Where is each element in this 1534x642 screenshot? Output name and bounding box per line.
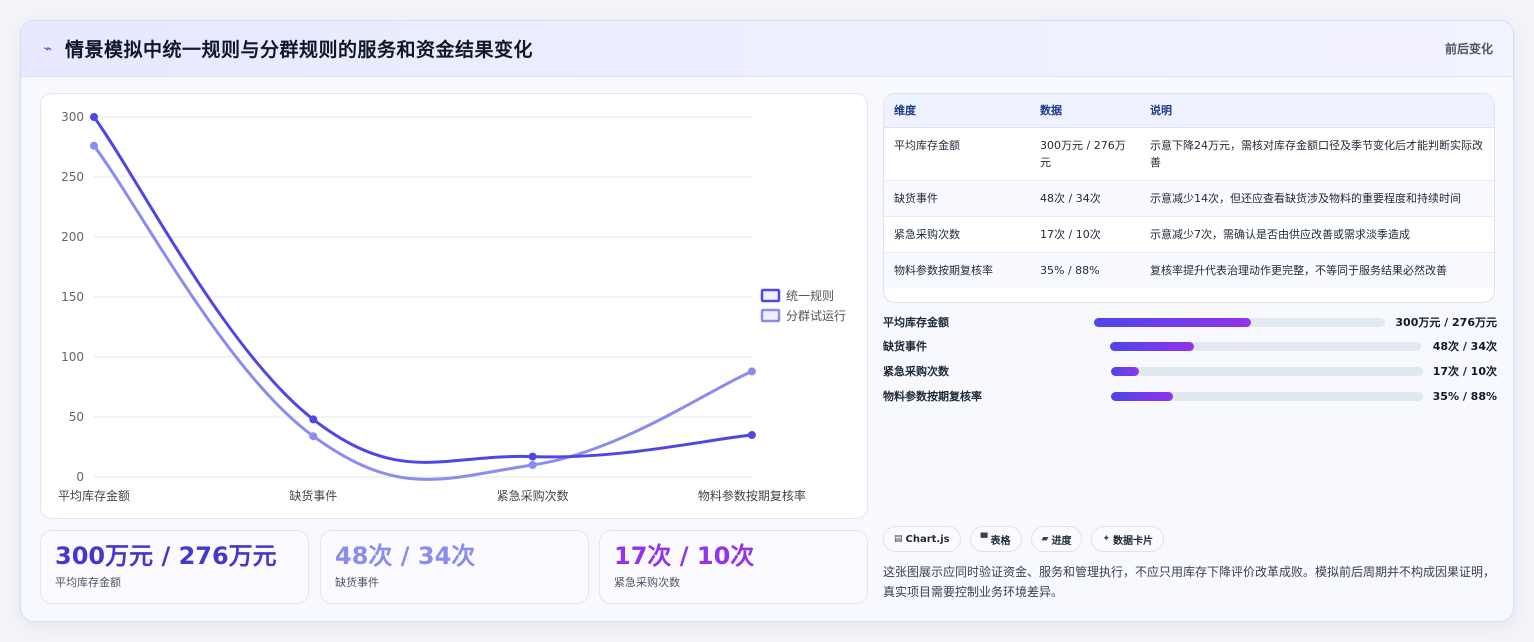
comparison-table: 维度 数据 说明 平均库存金额 300万元 / 276万元 示意下降24万元，需… (884, 94, 1494, 288)
stat-label: 缺货事件 (335, 576, 379, 589)
table-cell: 17次 / 10次 (1030, 216, 1140, 253)
progress-label: 平均库存金额 (883, 316, 949, 329)
trend-icon: ⌁ (43, 40, 53, 57)
progress-fill (1111, 366, 1140, 376)
x-tick-label: 紧急采购次数 (497, 488, 569, 503)
data-point (309, 432, 318, 441)
progress-track (1094, 317, 1385, 327)
table-header-row: 维度 数据 说明 (884, 94, 1494, 128)
chip-label: Chart.js (905, 533, 950, 545)
chip-label: 进度 (1051, 535, 1072, 547)
table-cell: 35% / 88% (1040, 263, 1100, 277)
legend-swatch (760, 288, 781, 303)
progress-label: 缺货事件 (883, 340, 927, 353)
chip-label: 表格 (990, 535, 1011, 547)
chart-description: 这张图展示应同时验证资金、服务和管理执行，不应只用库存下降评价改革成败。模拟前后… (883, 565, 1496, 599)
progress-icon: ▰ (1041, 534, 1049, 544)
page-title: 情景模拟中统一规则与分群规则的服务和资金结果变化 (65, 39, 534, 61)
table-cell: 300万元 / 276万元 (1030, 127, 1140, 181)
data-point (528, 452, 537, 461)
legend-swatch (760, 308, 781, 323)
progress-row: 紧急采购次数 17次 / 10次 (883, 362, 1497, 380)
stat-value: 300万元 / 276万元 (55, 542, 277, 570)
y-tick-label: 50 (69, 410, 84, 424)
progress-value: 48次 / 34次 (1432, 340, 1497, 353)
stat-card-inventory: 300万元 / 276万元 平均库存金额 (40, 530, 309, 604)
chip-data-card[interactable]: ✦ 数据卡片 (1091, 526, 1165, 552)
table-header-cell: 维度 (884, 94, 1030, 128)
y-tick-label: 0 (76, 470, 84, 484)
progress-fill (1110, 341, 1194, 351)
legend-label: 分群试运行 (786, 308, 846, 323)
table-header-cell: 说明 (1140, 94, 1494, 128)
x-tick-label: 物料参数按期复核率 (698, 488, 806, 503)
data-point (747, 431, 756, 439)
stat-label: 平均库存金额 (55, 576, 121, 589)
x-tick-label: 缺货事件 (289, 488, 337, 503)
table-cell: 紧急采购次数 (884, 216, 1030, 253)
progress-row: 物料参数按期复核率 35% / 88% (883, 387, 1497, 405)
table-icon: ▀ (980, 534, 988, 544)
chip-label: 数据卡片 (1113, 535, 1154, 547)
chip-progress[interactable]: ▰ 进度 (1030, 526, 1083, 552)
main-card: ⌁ 情景模拟中统一规则与分群规则的服务和资金结果变化 前后变化 0 50 100 15… (20, 20, 1514, 622)
table-cell: 48次 / 34次 (1030, 180, 1140, 217)
comparison-table-panel: 维度 数据 说明 平均库存金额 300万元 / 276万元 示意下降24万元，需… (883, 93, 1495, 303)
y-tick-label: 250 (61, 170, 84, 184)
stat-card-urgent: 17次 / 10次 紧急采购次数 (599, 530, 868, 604)
data-point (90, 113, 98, 121)
change-badge: 前后变化 (1444, 42, 1493, 56)
line-chart-panel: 0 50 100 150 200 250 300 平均库存金额 缺货事件 紧急采购次数 物料参数按期… (40, 93, 868, 519)
table-row: 物料参数按期复核率 35% / 88% 复核率提升代表治理动作更完整，不等同于服… (884, 252, 1494, 288)
stat-value: 48次 / 34次 (335, 542, 476, 570)
y-tick-label: 150 (61, 290, 84, 304)
table-cell: 物料参数按期复核率 (894, 263, 993, 277)
table-cell: 平均库存金额 (884, 127, 1030, 181)
progress-value: 17次 / 10次 (1432, 365, 1497, 378)
table-cell: 示意减少14次，但还应查看缺货涉及物料的重要程度和持续时间 (1140, 180, 1494, 217)
table-cell: 复核率提升代表治理动作更完整，不等同于服务结果必然改善 (1150, 263, 1447, 277)
progress-track (1111, 391, 1423, 401)
y-tick-label: 200 (61, 230, 84, 244)
data-point (528, 461, 537, 469)
progress-label: 物料参数按期复核率 (883, 390, 982, 403)
header-bar: ⌁ 情景模拟中统一规则与分群规则的服务和资金结果变化 前后变化 (21, 21, 1513, 77)
data-point (309, 415, 318, 424)
title-wrap: ⌁ 情景模拟中统一规则与分群规则的服务和资金结果变化 (41, 35, 533, 62)
progress-fill (1111, 391, 1174, 401)
legend-label: 统一规则 (786, 288, 834, 303)
progress-row: 缺货事件 48次 / 34次 (883, 337, 1497, 355)
chip-table[interactable]: ▀ 表格 (969, 526, 1022, 552)
line-chart: 0 50 100 150 200 250 300 平均库存金额 缺货事件 紧急采购次数 物料参数按期… (58, 110, 846, 503)
table-cell: 示意减少7次，需确认是否由供应改善或需求淡季造成 (1140, 216, 1494, 253)
progress-fill (1094, 317, 1252, 327)
chart-icon: ▤ (894, 534, 903, 544)
data-point (90, 141, 98, 150)
y-tick-label: 100 (61, 350, 84, 364)
progress-track (1111, 366, 1423, 376)
progress-row: 平均库存金额 300万元 / 276万元 (883, 313, 1497, 331)
data-point (747, 367, 756, 376)
table-header-cell: 数据 (1030, 94, 1140, 128)
table-row: 缺货事件 48次 / 34次 示意减少14次，但还应查看缺货涉及物料的重要程度和… (884, 180, 1494, 217)
table-cell: 缺货事件 (884, 180, 1030, 217)
series-line (92, 144, 753, 481)
stat-label: 紧急采购次数 (614, 576, 680, 589)
tag-chips: ▤ Chart.js ▀ 表格 ▰ 进度 ✦ 数据卡片 (883, 526, 1165, 552)
table-row: 紧急采购次数 17次 / 10次 示意减少7次，需确认是否由供应改善或需求淡季造… (884, 216, 1494, 253)
progress-value: 300万元 / 276万元 (1395, 316, 1497, 329)
progress-track (1110, 341, 1421, 351)
card-icon: ✦ (1102, 534, 1111, 544)
chip-chartjs[interactable]: ▤ Chart.js (883, 526, 961, 552)
stat-value: 17次 / 10次 (614, 542, 755, 570)
progress-value: 35% / 88% (1432, 389, 1497, 403)
progress-label: 紧急采购次数 (883, 365, 949, 378)
stat-card-stockout: 48次 / 34次 缺货事件 (320, 530, 589, 604)
x-tick-label: 平均库存金额 (58, 488, 130, 503)
table-row: 平均库存金额 300万元 / 276万元 示意下降24万元，需核对库存金额口径及… (884, 127, 1494, 181)
series-line (92, 116, 753, 464)
table-cell: 示意下降24万元，需核对库存金额口径及季节变化后才能判断实际改善 (1140, 127, 1494, 181)
y-tick-label: 300 (61, 110, 84, 124)
